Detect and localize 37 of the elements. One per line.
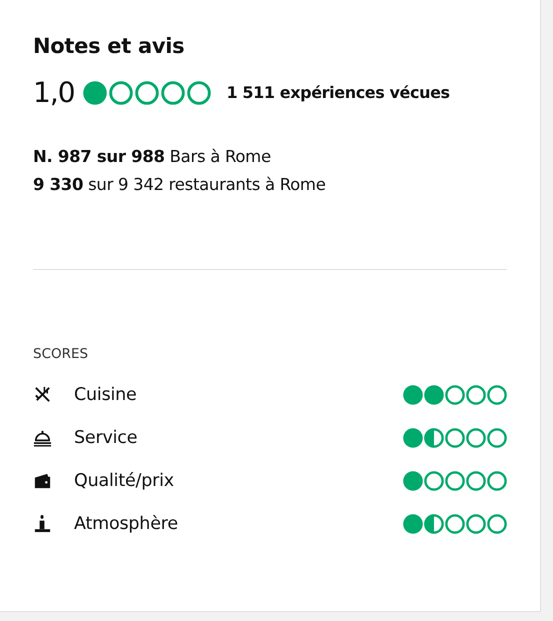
- bubble-icon: [403, 470, 423, 490]
- bubble-icon: [445, 470, 465, 490]
- bubble-icon: [487, 514, 507, 534]
- review-count: 1 511 expériences vécues: [226, 83, 450, 102]
- bubble-icon: [445, 384, 465, 404]
- bubble-icon: [466, 514, 486, 534]
- ranking-text: 9 330 sur 9 342 restaurants à Rome: [33, 175, 327, 194]
- section-title: Notes et avis: [33, 34, 186, 58]
- bubble-icon: [487, 384, 507, 404]
- bubble-icon: [466, 470, 486, 490]
- bubble-icon: [82, 80, 107, 104]
- cutlery-icon: [33, 385, 52, 404]
- score-label: Qualité/prix: [74, 470, 175, 490]
- score-label: Cuisine: [74, 384, 138, 404]
- bell-icon: [33, 428, 52, 447]
- score-label: Atmosphère: [74, 514, 179, 534]
- bubble-icon: [466, 384, 486, 404]
- bubble-icon: [487, 470, 507, 490]
- wallet-icon: [33, 471, 52, 490]
- rating-value: 1,0: [33, 76, 75, 109]
- bubble-icon: [134, 80, 159, 104]
- bubble-icon: [186, 80, 211, 104]
- bubble-icon: [160, 80, 185, 104]
- bubble-icon: [424, 384, 444, 404]
- bubble-icon: [487, 428, 507, 448]
- bubble-icon: [403, 384, 423, 404]
- score-label: Service: [74, 428, 138, 448]
- bubble-icon: [445, 514, 465, 534]
- bubble-icon: [424, 514, 444, 534]
- ranking-text: N. 987 sur 988 Bars à Rome: [33, 147, 272, 166]
- candle-icon: [33, 514, 52, 533]
- bubble-icon: [424, 470, 444, 490]
- scores-heading: SCORES: [33, 346, 90, 362]
- bubble-icon: [424, 428, 444, 448]
- bubble-icon: [445, 428, 465, 448]
- bubble-icon: [466, 428, 486, 448]
- bubble-icon: [108, 80, 133, 104]
